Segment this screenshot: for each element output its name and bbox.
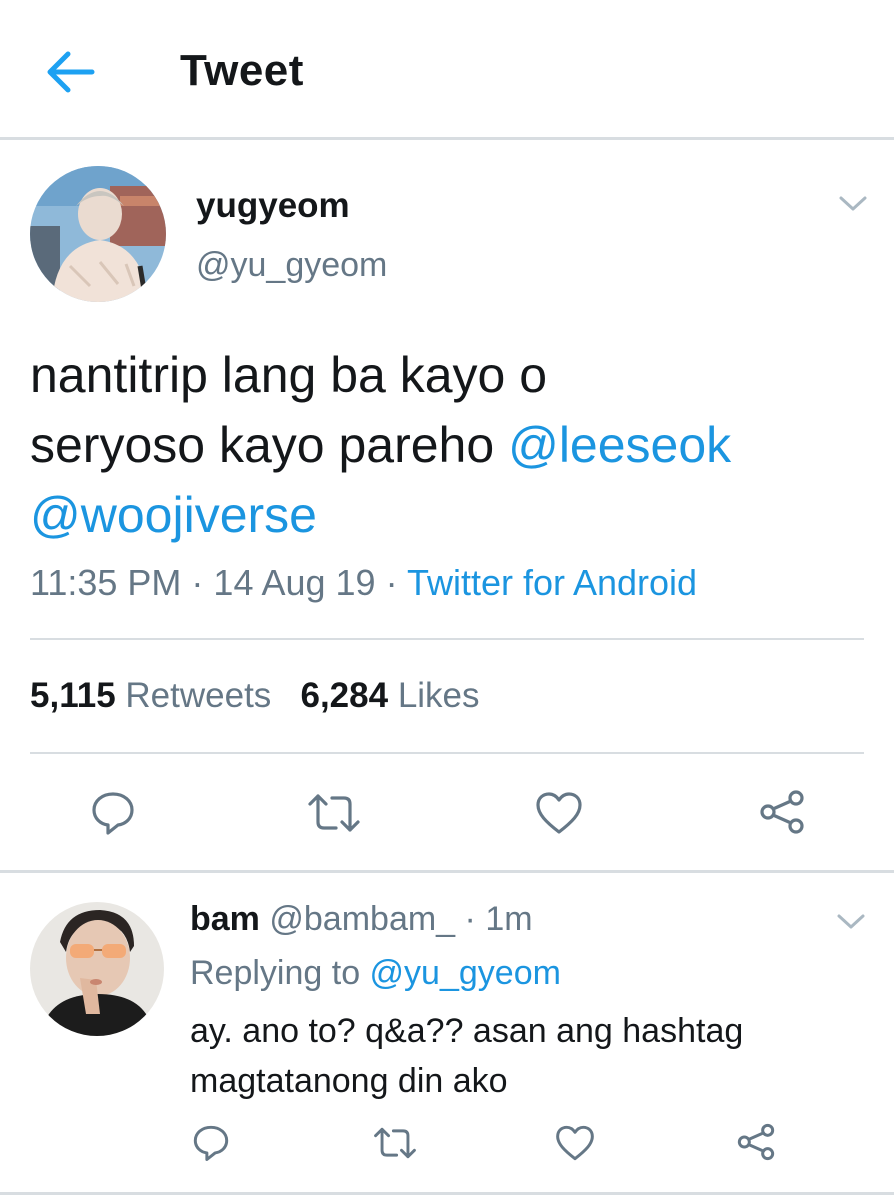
- retweet-icon[interactable]: [306, 792, 362, 834]
- like-icon[interactable]: [534, 790, 584, 836]
- share-icon[interactable]: [736, 1122, 776, 1162]
- tweet-text-line: nantitrip lang ba kayo o: [30, 347, 548, 403]
- chevron-down-icon[interactable]: [838, 194, 868, 214]
- retweets-stat[interactable]: 5,115 Retweets: [30, 676, 271, 715]
- author-name[interactable]: yugyeom: [196, 186, 350, 226]
- replying-prefix: Replying to: [190, 954, 370, 992]
- reply-author-name[interactable]: bam: [190, 900, 260, 938]
- reply-icon[interactable]: [192, 1124, 230, 1162]
- divider: [30, 752, 864, 754]
- retweets-count: 5,115: [30, 676, 116, 715]
- tweet-text-line: seryoso kayo pareho @leeseok: [30, 410, 860, 480]
- separator: ·: [455, 900, 486, 938]
- retweets-label: Retweets: [125, 676, 272, 715]
- avatar[interactable]: [30, 902, 164, 1036]
- tweet-source-link[interactable]: Twitter for Android: [407, 562, 697, 603]
- divider: [0, 870, 894, 873]
- reply-header: bam @bambam_ · 1m: [190, 900, 533, 939]
- share-icon[interactable]: [758, 788, 806, 836]
- author-handle[interactable]: @yu_gyeom: [196, 246, 387, 285]
- mention-link[interactable]: @yu_gyeom: [370, 954, 561, 992]
- separator: ·: [375, 562, 407, 603]
- mention-link[interactable]: @woojiverse: [30, 487, 317, 543]
- like-icon[interactable]: [554, 1124, 596, 1162]
- chevron-down-icon[interactable]: [836, 912, 866, 932]
- top-bar: Tweet: [0, 0, 894, 140]
- likes-label: Likes: [397, 676, 480, 715]
- mention-link[interactable]: @leeseok: [508, 417, 731, 473]
- separator: ·: [181, 562, 214, 603]
- reply-text-line: ay. ano to? q&a?? asan ang hashtag: [190, 1012, 744, 1050]
- page-title: Tweet: [180, 46, 304, 95]
- reply-text-line: magtatanong din ako: [190, 1062, 508, 1100]
- tweet-date[interactable]: 14 Aug 19: [213, 562, 375, 603]
- divider: [0, 1192, 894, 1195]
- tweet-meta: 11:35 PM · 14 Aug 19 · Twitter for Andro…: [30, 562, 697, 604]
- tweet-text: nantitrip lang ba kayo o seryoso kayo pa…: [30, 340, 860, 550]
- avatar[interactable]: [30, 166, 166, 302]
- reply-icon[interactable]: [90, 790, 136, 836]
- likes-count: 6,284: [300, 676, 389, 715]
- reply-text: ay. ano to? q&a?? asan ang hashtag magta…: [190, 1006, 870, 1106]
- divider: [30, 638, 864, 640]
- arrow-left-icon[interactable]: [44, 48, 96, 96]
- reply-time[interactable]: 1m: [485, 900, 532, 938]
- retweet-icon[interactable]: [372, 1126, 418, 1160]
- replying-to: Replying to @yu_gyeom: [190, 954, 561, 993]
- reply-author-handle[interactable]: @bambam_: [269, 900, 455, 938]
- tweet-time[interactable]: 11:35 PM: [30, 562, 181, 603]
- likes-stat[interactable]: 6,284 Likes: [300, 676, 479, 715]
- tweet-text-fragment: seryoso kayo pareho: [30, 417, 509, 473]
- tweet-text-line: @woojiverse: [30, 480, 860, 550]
- tweet-stats: 5,115 Retweets 6,284 Likes: [30, 676, 480, 716]
